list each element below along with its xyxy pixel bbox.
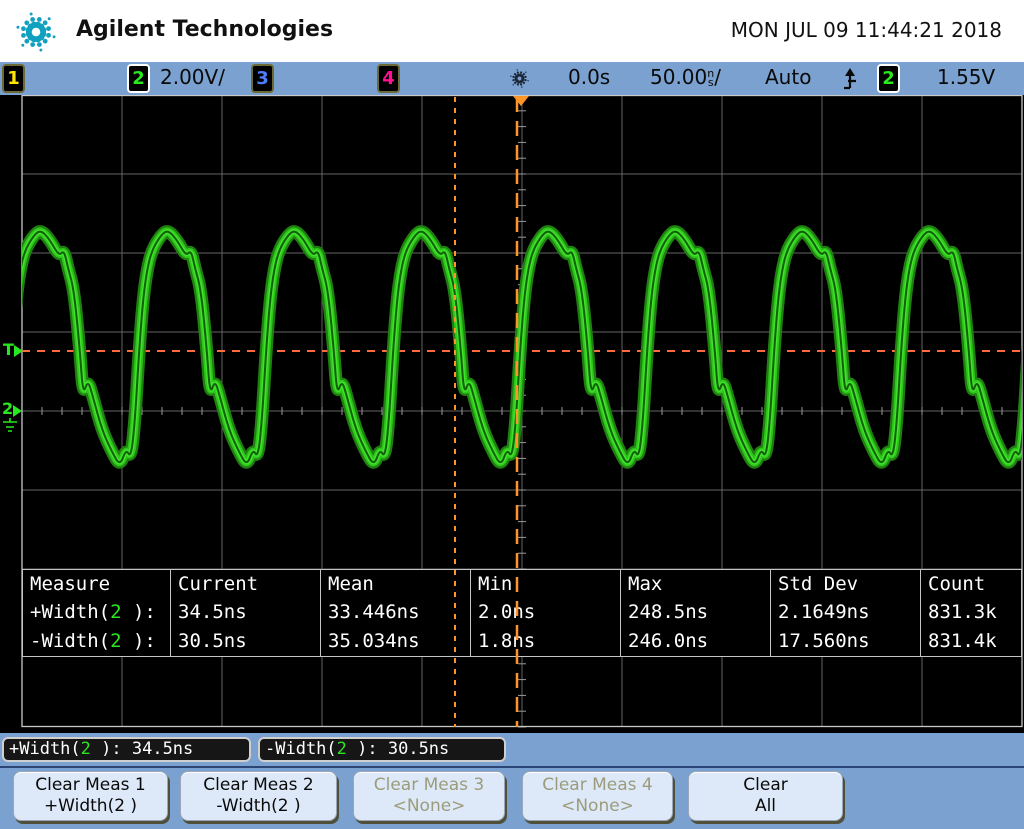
col-header-stddev: Std Dev	[770, 570, 920, 598]
nwidth-min: 1.8ns	[470, 627, 620, 656]
softkey-clear-meas-2[interactable]: Clear Meas 2-Width(2 )	[180, 771, 337, 821]
softkey-clear-meas-4: Clear Meas 4<None>	[522, 771, 673, 821]
nwidth-quick-button[interactable]: -Width(2 ): 30.5ns	[258, 737, 506, 762]
status-bar: 1 2 2.00V/ 3 4 0.0s 50.00ns/ Auto 2 1.55…	[0, 62, 1024, 95]
nwidth-current: 30.5ns	[170, 627, 320, 656]
col-header-min: Min	[470, 570, 620, 598]
nwidth-count: 831.4k	[920, 627, 1021, 656]
oscilloscope-screen: Agilent Technologies MON JUL 09 11:44:21…	[0, 0, 1024, 829]
trigger-level-marker-label: T	[3, 340, 14, 359]
spark-status-icon	[506, 65, 533, 92]
softkey-clear-meas-1[interactable]: Clear Meas 1+Width(2 )	[13, 771, 168, 821]
datetime-readout: MON JUL 09 11:44:21 2018	[731, 0, 1002, 62]
quick-meas-bar: +Width(2 ): 34.5ns -Width(2 ): 30.5ns	[0, 733, 1024, 768]
pwidth-max: 248.5ns	[620, 598, 770, 627]
nwidth-max: 246.0ns	[620, 627, 770, 656]
softkey-clear-meas-3: Clear Meas 3<None>	[353, 771, 505, 821]
channel-2-trace	[0, 232, 1024, 466]
pwidth-mean: 33.446ns	[320, 598, 470, 627]
trigger-level-readout: 1.55V	[937, 62, 995, 95]
row-label-pwidth: +Width(2 ):	[23, 598, 170, 627]
trigger-source-badge[interactable]: 2	[877, 64, 900, 93]
measurement-table: Measure Current Mean Min Max Std Dev Cou…	[22, 569, 1022, 657]
trigger-time-marker	[513, 96, 529, 106]
pwidth-stddev: 2.1649ns	[770, 598, 920, 627]
header-bar: Agilent Technologies MON JUL 09 11:44:21…	[0, 0, 1024, 62]
pwidth-current: 34.5ns	[170, 598, 320, 627]
ground-symbol-icon	[2, 418, 18, 434]
brand-title: Agilent Technologies	[76, 0, 333, 62]
trigger-level-marker-icon	[14, 345, 23, 357]
pwidth-quick-button[interactable]: +Width(2 ): 34.5ns	[2, 737, 251, 762]
nwidth-mean: 35.034ns	[320, 627, 470, 656]
softkey-clear-all[interactable]: ClearAll	[688, 771, 843, 821]
row-label-nwidth: -Width(2 ):	[23, 627, 170, 656]
agilent-spark-logo	[8, 4, 64, 60]
channel-1-badge[interactable]: 1	[2, 64, 25, 93]
col-header-current: Current	[170, 570, 320, 598]
timebase-slash: /	[714, 65, 721, 89]
softkey-bar: Clear Meas 1+Width(2 ) Clear Meas 2-Widt…	[0, 768, 1024, 829]
pwidth-min: 2.0ns	[470, 598, 620, 627]
channel-2-badge[interactable]: 2	[127, 64, 150, 93]
timebase-value: 50.00	[650, 65, 707, 89]
channel-2-ground-label: 2	[2, 399, 13, 418]
channel-4-badge[interactable]: 4	[377, 64, 400, 93]
trigger-mode-readout: Auto	[765, 62, 811, 95]
col-header-count: Count	[920, 570, 1021, 598]
pwidth-count: 831.3k	[920, 598, 1021, 627]
delay-readout: 0.0s	[568, 62, 610, 95]
channel-3-badge[interactable]: 3	[251, 64, 274, 93]
col-header-mean: Mean	[320, 570, 470, 598]
nwidth-stddev: 17.560ns	[770, 627, 920, 656]
channel-2-ground-marker-icon	[13, 405, 22, 417]
timebase-readout: 50.00ns/	[650, 62, 721, 95]
trigger-edge-icon	[842, 66, 858, 92]
channel-2-scale-readout: 2.00V/	[160, 62, 225, 95]
col-header-measure: Measure	[23, 570, 170, 598]
col-header-max: Max	[620, 570, 770, 598]
